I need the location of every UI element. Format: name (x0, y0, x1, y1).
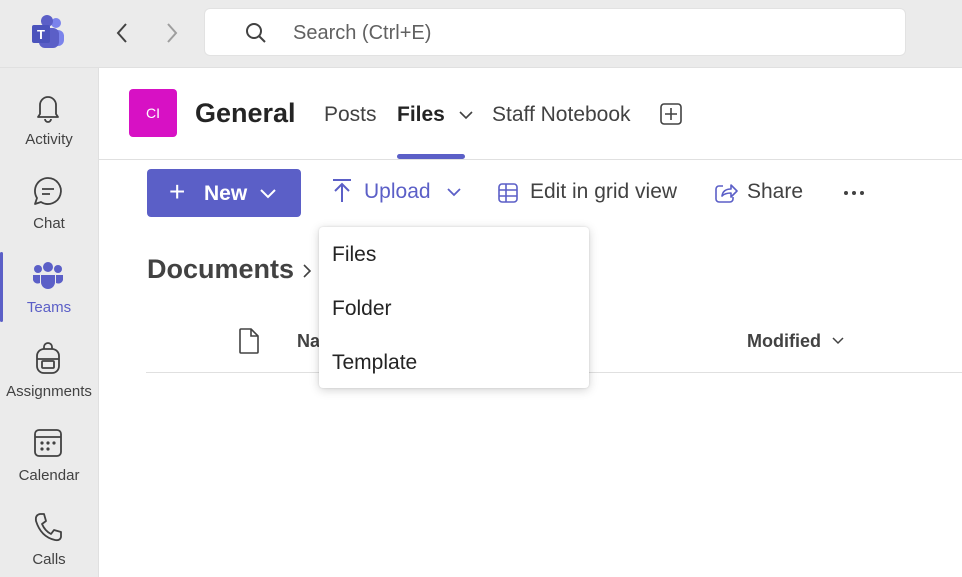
teams-icon (33, 262, 63, 289)
forward-button[interactable] (158, 18, 186, 48)
menu-item-files[interactable]: Files (319, 229, 589, 281)
menu-item-template[interactable]: Template (319, 337, 589, 389)
chevron-down-icon (832, 337, 844, 345)
backpack-icon (36, 342, 60, 374)
chevron-down-icon (447, 188, 462, 197)
title-bar: T Search (Ctrl+E) (0, 0, 962, 68)
rail-item-calls[interactable]: Calls (0, 498, 98, 577)
channel-title: General (195, 98, 296, 128)
rail-item-assignments[interactable]: Assignments (0, 330, 98, 410)
plus-icon: + (169, 176, 186, 207)
upload-button[interactable]: Upload (364, 180, 462, 204)
tab-files[interactable]: Files (397, 103, 473, 127)
upload-menu: Files Folder Template (319, 227, 589, 388)
share-icon (715, 184, 738, 203)
tab-files-label: Files (397, 103, 445, 126)
tab-posts[interactable]: Posts (324, 103, 377, 127)
phone-icon (34, 513, 62, 542)
chat-icon (34, 177, 62, 205)
column-header-name[interactable]: Na (297, 331, 320, 352)
search-placeholder: Search (Ctrl+E) (293, 22, 432, 44)
search-input[interactable]: Search (Ctrl+E) (204, 8, 906, 56)
back-button[interactable] (108, 18, 136, 48)
grid-icon (498, 183, 518, 203)
chevron-right-icon (167, 23, 178, 43)
app-rail: Activity Chat Teams Assignments Calendar… (0, 68, 99, 577)
chevron-down-icon (260, 189, 276, 199)
upload-icon (333, 179, 351, 202)
calendar-icon (34, 429, 62, 457)
chevron-right-icon (303, 264, 312, 278)
rail-item-activity[interactable]: Activity (0, 78, 98, 158)
search-icon (246, 23, 266, 43)
breadcrumb-documents[interactable]: Documents (147, 254, 294, 285)
team-avatar[interactable]: CI (129, 89, 177, 137)
edit-grid-button[interactable]: Edit in grid view (530, 180, 677, 204)
bell-icon (37, 96, 59, 123)
chevron-down-icon (459, 111, 473, 120)
teams-logo-icon[interactable]: T (28, 14, 68, 52)
svg-text:T: T (37, 27, 45, 42)
tab-staff-notebook[interactable]: Staff Notebook (492, 103, 631, 127)
rail-item-teams[interactable]: Teams (0, 246, 98, 326)
chevron-left-icon (116, 23, 127, 43)
more-options-icon[interactable] (843, 190, 865, 196)
rail-item-chat[interactable]: Chat (0, 162, 98, 242)
column-header-modified[interactable]: Modified (747, 331, 821, 352)
rail-label: Teams (26, 299, 72, 316)
rail-label: Calendar (18, 467, 80, 484)
rail-label: Assignments (6, 383, 92, 400)
active-tab-indicator (397, 154, 465, 159)
new-button-label: New (204, 182, 248, 205)
rail-label: Chat (33, 215, 65, 232)
file-type-icon (239, 328, 259, 354)
upload-button-label: Upload (364, 180, 431, 203)
share-button[interactable]: Share (747, 180, 803, 204)
menu-item-folder[interactable]: Folder (319, 283, 589, 335)
new-button[interactable]: + New (147, 169, 301, 217)
channel-header: CI General Posts Files Staff Notebook (99, 68, 962, 160)
add-tab-icon[interactable] (660, 103, 682, 125)
rail-label: Calls (32, 551, 66, 568)
rail-item-calendar[interactable]: Calendar (0, 414, 98, 494)
rail-label: Activity (25, 131, 73, 148)
